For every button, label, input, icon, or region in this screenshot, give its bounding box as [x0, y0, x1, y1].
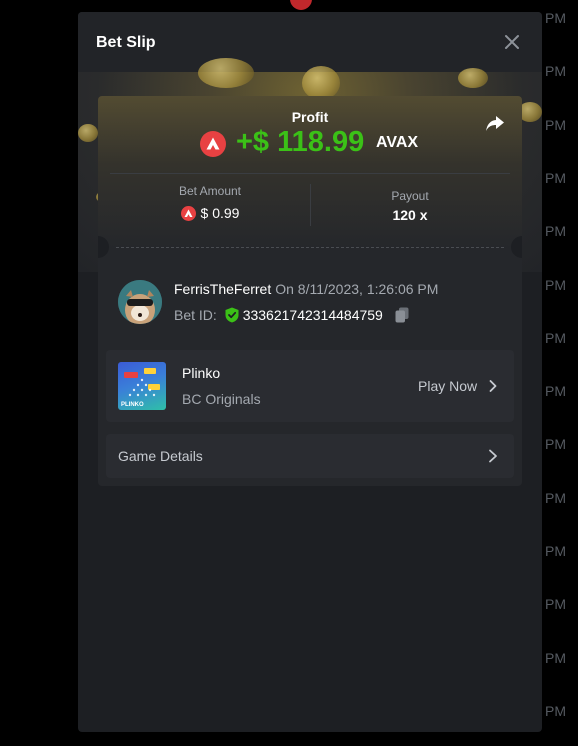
payout-label: Payout: [391, 189, 429, 203]
bet-slip-modal: Bet Slip Profit +$ 118.99 AVAX Bet Amoun…: [78, 12, 542, 732]
bet-id-value: 333621742314484759: [242, 307, 383, 323]
bet-id-label: Bet ID:: [174, 307, 217, 323]
copy-button[interactable]: [395, 307, 409, 323]
avax-icon: [180, 206, 196, 221]
copy-icon: [395, 307, 409, 323]
background-time-suffix: PM: [545, 649, 566, 666]
play-now-label: Play Now: [418, 378, 478, 394]
bet-summary-card: Profit +$ 118.99 AVAX Bet Amount $ 0.99: [98, 96, 522, 486]
background-time-suffix: PM: [545, 702, 566, 719]
bet-amount-value: $ 0.99: [200, 205, 240, 221]
game-provider: BC Originals: [182, 391, 261, 407]
coin-decoration: [302, 66, 340, 100]
game-thumbnail-text: PLINKO: [121, 402, 144, 408]
background-time-suffix: PM: [545, 116, 566, 133]
profit-row: +$ 118.99 AVAX: [200, 126, 460, 162]
coin-decoration: [198, 58, 254, 88]
background-time-suffix: PM: [545, 329, 566, 346]
modal-title: Bet Slip: [96, 34, 156, 51]
play-now-button[interactable]: Play Now: [418, 378, 497, 394]
bet-amount-value-wrap: $ 0.99: [110, 205, 310, 221]
verified-shield-icon: [225, 307, 239, 323]
chevron-right-icon: [489, 449, 497, 463]
close-button[interactable]: [500, 30, 524, 54]
coin-decoration: [458, 68, 488, 88]
profit-label: Profit: [291, 109, 329, 125]
background-time-suffix: PM: [545, 223, 566, 240]
avax-icon: [200, 131, 226, 157]
coin-decoration: [78, 124, 98, 142]
dashed-divider: [116, 247, 504, 248]
background-time-suffix: PM: [545, 596, 566, 613]
game-title[interactable]: Plinko: [182, 365, 220, 381]
background-time-suffix: PM: [545, 543, 566, 559]
payout-value: 120 x: [392, 207, 428, 223]
chevron-right-icon: [489, 380, 497, 392]
background-time-suffix: PM: [545, 436, 566, 453]
background-time-suffix: PM: [545, 276, 566, 293]
profit-currency: AVAX: [376, 134, 419, 151]
background-badge: [290, 0, 312, 10]
avatar[interactable]: [118, 280, 162, 324]
bet-datetime: On 8/11/2023, 1:26:06 PM: [275, 281, 439, 297]
modal-header: Bet Slip: [78, 12, 542, 72]
user-info-line: FerrisTheFerret On 8/11/2023, 1:26:06 PM: [174, 281, 438, 297]
background-time-suffix: PM: [545, 489, 566, 506]
game-details-button[interactable]: Game Details: [106, 434, 514, 478]
game-thumbnail[interactable]: PLINKO: [118, 362, 166, 410]
close-icon: [505, 35, 519, 49]
bet-id-line: Bet ID: 333621742314484759: [174, 307, 409, 325]
background-time-suffix: PM: [545, 383, 566, 400]
share-button[interactable]: [484, 112, 506, 134]
share-icon: [486, 116, 504, 131]
profit-value: +$ 118.99: [236, 126, 365, 158]
username[interactable]: FerrisTheFerret: [174, 281, 271, 297]
game-details-label: Game Details: [118, 448, 203, 464]
background-time-suffix: PM: [545, 63, 566, 80]
game-row: PLINKO Plinko BC Originals Play Now: [106, 350, 514, 422]
ticket-notch: [511, 236, 522, 258]
background-time-suffix: PM: [545, 10, 566, 26]
background-time-column: PM PM PM PM PM PM PM PM PM PM PM PM PM PM: [544, 0, 578, 746]
divider: [110, 173, 510, 174]
bet-amount-label: Bet Amount: [178, 184, 242, 198]
background-time-suffix: PM: [545, 169, 566, 186]
